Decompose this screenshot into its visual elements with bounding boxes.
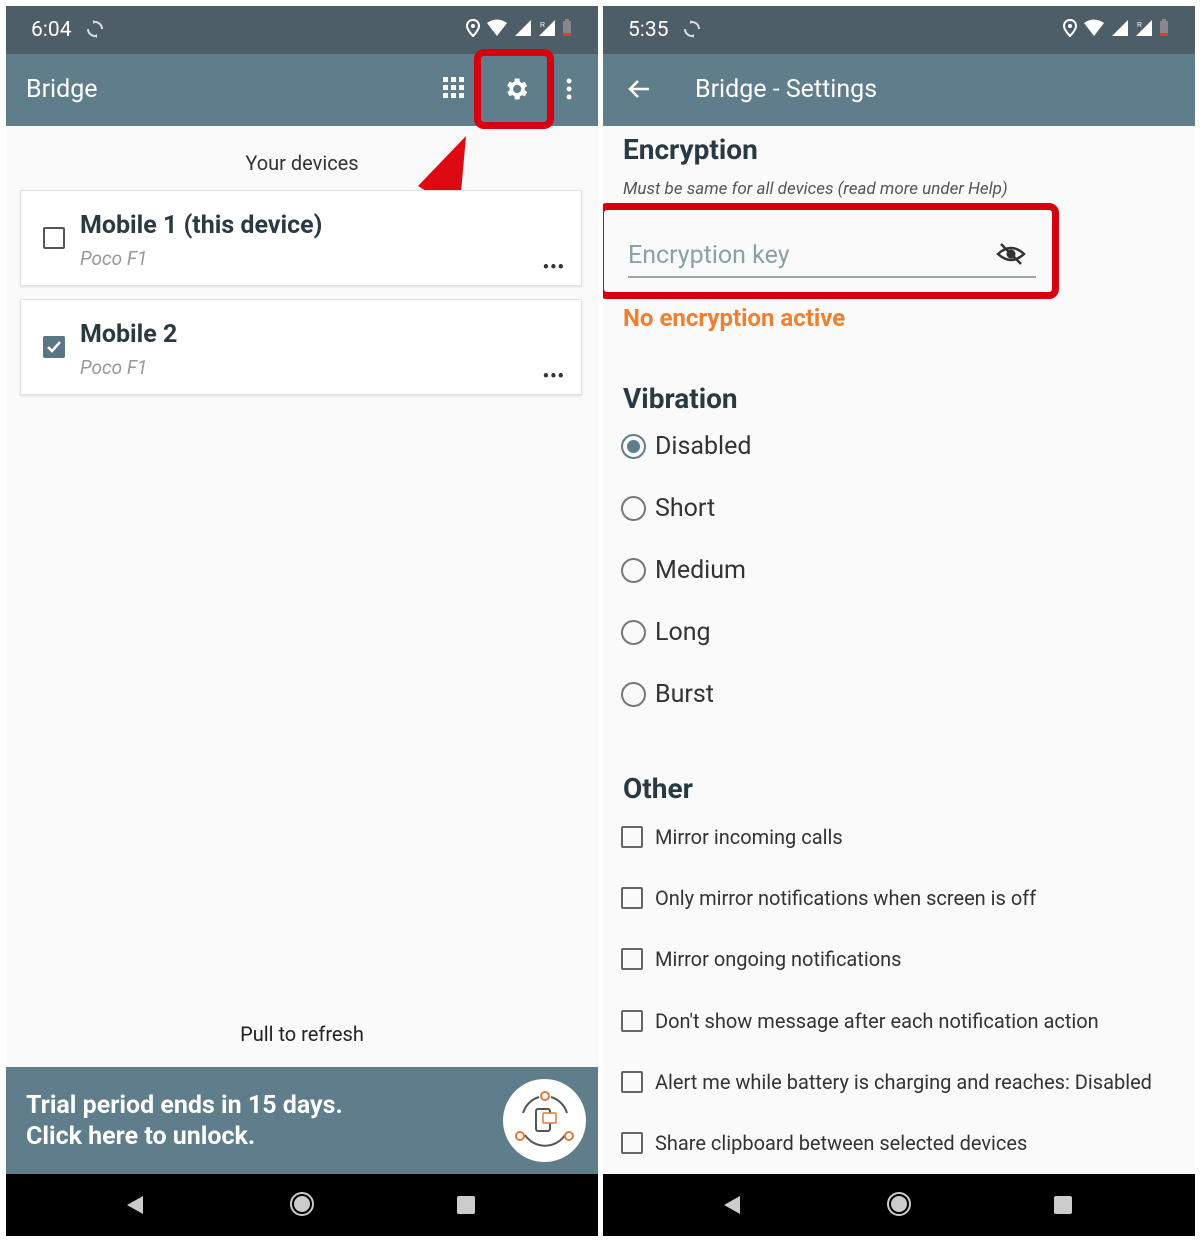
grid-icon[interactable]	[443, 77, 465, 103]
your-devices-label: Your devices	[245, 151, 359, 175]
encryption-hint: Must be same for all devices (read more …	[623, 179, 1008, 199]
vibration-option-long[interactable]: Long	[621, 612, 711, 652]
signal-icon	[515, 20, 531, 36]
status-bar: 5:35 R	[603, 6, 1195, 54]
roaming-signal-icon: R	[539, 20, 555, 36]
more-options-icon[interactable]: •••	[543, 368, 565, 386]
wifi-icon	[487, 19, 507, 36]
checkbox[interactable]	[621, 1132, 643, 1154]
back-arrow-icon[interactable]	[627, 79, 651, 103]
encryption-key-field[interactable]	[628, 236, 1036, 278]
vibration-option-medium[interactable]: Medium	[621, 550, 746, 590]
checkmark-icon	[47, 341, 61, 353]
checkbox[interactable]	[621, 1010, 643, 1032]
device-name: Mobile 1 (this device)	[80, 211, 323, 240]
checkbox-label: Share clipboard between selected devices	[655, 1131, 1028, 1155]
vibration-option-disabled[interactable]: Disabled	[621, 426, 751, 466]
pull-to-refresh-label: Pull to refresh	[240, 1022, 364, 1046]
radio-label: Medium	[655, 555, 746, 585]
location-icon	[1063, 19, 1077, 37]
overflow-menu-icon[interactable]	[566, 78, 572, 104]
radio-label: Short	[655, 493, 716, 523]
vibration-heading: Vibration	[623, 382, 738, 415]
battery-icon	[563, 19, 571, 36]
navigation-bar	[6, 1174, 598, 1236]
vibration-option-short[interactable]: Short	[621, 488, 715, 528]
devices-screen: 6:04 R Bridge Your devices Mobile 1 (thi…	[6, 6, 598, 1236]
checkbox-label: Alert me while battery is charging and r…	[655, 1070, 1152, 1094]
radio-button[interactable]	[621, 433, 646, 459]
app-title: Bridge - Settings	[695, 75, 878, 104]
recents-nav-icon[interactable]	[457, 1196, 475, 1214]
roaming-signal-icon: R	[1136, 20, 1152, 36]
other-heading: Other	[623, 772, 693, 805]
app-bar: Bridge - Settings	[603, 54, 1195, 126]
svg-text:R: R	[540, 22, 545, 29]
battery-icon	[1160, 19, 1168, 36]
radio-button[interactable]	[621, 681, 646, 707]
checkbox[interactable]	[621, 948, 643, 970]
radio-label: Disabled	[655, 431, 752, 461]
mirror-incoming-calls-option[interactable]: Mirror incoming calls	[621, 817, 843, 857]
radio-label: Long	[655, 617, 711, 647]
device-checkbox[interactable]	[43, 227, 65, 249]
navigation-bar	[603, 1174, 1195, 1236]
system-icons: R	[466, 19, 572, 37]
trial-banner[interactable]: Trial period ends in 15 days. Click here…	[6, 1067, 598, 1174]
radio-button[interactable]	[621, 619, 646, 645]
encryption-status: No encryption active	[623, 304, 846, 332]
settings-highlight-box	[474, 49, 554, 129]
settings-screen: 5:35 R Bridge - Settings Encryption Must…	[603, 6, 1195, 1236]
radio-button[interactable]	[621, 495, 646, 521]
device-name: Mobile 2	[80, 320, 178, 349]
signal-icon	[1112, 20, 1128, 36]
device-checkbox[interactable]	[43, 336, 65, 358]
recents-nav-icon[interactable]	[1054, 1196, 1072, 1214]
app-logo-icon[interactable]	[503, 1079, 586, 1162]
svg-text:R: R	[1137, 22, 1142, 29]
sync-icon	[682, 19, 702, 43]
checkbox-label: Don't show message after each notificati…	[655, 1009, 1099, 1033]
radio-label: Burst	[655, 679, 714, 709]
unlock-message: Click here to unlock.	[26, 1122, 256, 1151]
mirror-ongoing-notifications-option[interactable]: Mirror ongoing notifications	[621, 939, 901, 979]
share-clipboard-option[interactable]: Share clipboard between selected devices	[621, 1123, 1027, 1163]
vibration-option-burst[interactable]: Burst	[621, 674, 714, 714]
back-nav-icon[interactable]	[125, 1195, 145, 1215]
checkbox-label: Mirror incoming calls	[655, 825, 843, 849]
wifi-icon	[1084, 19, 1104, 36]
app-title: Bridge	[26, 75, 98, 104]
checkbox[interactable]	[621, 887, 643, 909]
device-card[interactable]: Mobile 1 (this device) Poco F1 •••	[20, 190, 582, 286]
sync-icon	[85, 19, 105, 43]
back-nav-icon[interactable]	[722, 1195, 742, 1215]
trial-message: Trial period ends in 15 days.	[26, 1091, 343, 1120]
checkbox-label: Only mirror notifications when screen is…	[655, 886, 1037, 910]
hide-action-message-option[interactable]: Don't show message after each notificati…	[621, 1001, 1099, 1041]
home-nav-icon[interactable]	[886, 1191, 912, 1217]
location-icon	[466, 19, 480, 37]
visibility-off-icon[interactable]	[996, 242, 1026, 270]
mirror-when-screen-off-option[interactable]: Only mirror notifications when screen is…	[621, 878, 1036, 918]
device-model: Poco F1	[80, 356, 148, 379]
radio-button[interactable]	[621, 557, 646, 583]
battery-alert-option[interactable]: Alert me while battery is charging and r…	[621, 1062, 1152, 1102]
home-nav-icon[interactable]	[289, 1191, 315, 1217]
status-bar: 6:04 R	[6, 6, 598, 54]
system-icons: R	[1063, 19, 1169, 37]
more-options-icon[interactable]: •••	[543, 259, 565, 277]
encryption-heading: Encryption	[623, 133, 758, 166]
device-model: Poco F1	[80, 247, 148, 270]
status-time: 6:04	[31, 18, 72, 42]
status-time: 5:35	[628, 18, 669, 42]
device-card[interactable]: Mobile 2 Poco F1 •••	[20, 299, 582, 395]
encryption-key-input[interactable]	[628, 236, 988, 274]
checkbox[interactable]	[621, 1071, 643, 1093]
checkbox-label: Mirror ongoing notifications	[655, 947, 902, 971]
checkbox[interactable]	[621, 826, 643, 848]
